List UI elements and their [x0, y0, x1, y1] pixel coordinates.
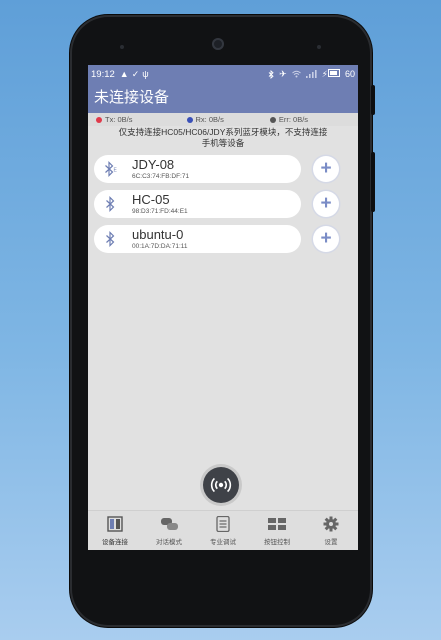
device-connect-icon — [107, 516, 123, 532]
device-item[interactable]: E JDY-08 6C:C3:74:FB:DF:71 — [94, 155, 301, 183]
bluetooth-icon — [106, 196, 115, 212]
add-device-button[interactable]: + — [313, 191, 339, 217]
debug-icon — [216, 516, 230, 532]
device-item[interactable]: ubuntu-0 00:1A:7D:DA:71:11 — [94, 225, 301, 253]
tx-stat: Tx: 0B/s — [96, 115, 133, 124]
bottom-navigation: 设备连接 对话模式 专业调试 按钮控制 设置 — [88, 510, 358, 550]
scan-signal-icon — [210, 477, 232, 493]
nav-button-control[interactable]: 按钮控制 — [250, 511, 304, 550]
front-camera — [212, 38, 224, 50]
nav-settings[interactable]: 设置 — [304, 511, 358, 550]
signal-icon — [305, 70, 317, 78]
check-icon: ✓ — [131, 68, 143, 79]
traffic-stats: Tx: 0B/s Rx: 0B/s Err: 0B/s — [88, 113, 358, 126]
device-item[interactable]: HC-05 98:D3:71:FD:44:E1 — [94, 190, 301, 218]
wifi-icon — [291, 70, 301, 78]
status-bar: 19:12 ▲✓ψ ✈ ⚡ 60 — [88, 65, 358, 83]
app-bar: 未连接设备 — [88, 83, 358, 113]
nav-pro-debug[interactable]: 专业调试 — [196, 511, 250, 550]
status-right-icons: ✈ ⚡ 60 — [268, 68, 355, 80]
airplane-off-icon: ✈ — [279, 68, 287, 79]
add-device-button[interactable]: + — [313, 226, 339, 252]
device-name: ubuntu-0 — [132, 227, 184, 242]
device-name: HC-05 — [132, 192, 170, 207]
rx-label: Rx: 0B/s — [195, 115, 224, 124]
scan-button[interactable] — [203, 467, 239, 503]
nav-label: 对话模式 — [156, 539, 182, 546]
tx-dot — [96, 116, 102, 123]
power-button — [371, 85, 375, 115]
status-time: 19:12 — [91, 68, 115, 80]
err-dot — [269, 116, 276, 123]
device-name: JDY-08 — [132, 157, 175, 172]
bluetooth-le-icon: E — [105, 161, 118, 177]
plus-icon: + — [320, 228, 332, 249]
nav-chat-mode[interactable]: 对话模式 — [142, 511, 196, 550]
chat-icon — [161, 518, 178, 530]
notice-line-1: 仅支持连接HC05/HC06/JDY系列蓝牙模块，不支持连接 — [118, 127, 328, 137]
rx-stat: Rx: 0B/s — [186, 115, 224, 124]
err-label: Err: 0B/s — [278, 115, 309, 124]
usb-icon: ψ — [142, 68, 152, 79]
nav-device-connect[interactable]: 设备连接 — [88, 511, 142, 550]
volume-button — [371, 152, 375, 212]
device-mac: 00:1A:7D:DA:71:11 — [132, 243, 188, 250]
tx-label: Tx: 0B/s — [105, 115, 133, 124]
page-title: 未连接设备 — [94, 89, 170, 106]
battery-level: 60 — [344, 69, 355, 79]
plus-icon: + — [320, 158, 332, 179]
err-stat: Err: 0B/s — [269, 115, 309, 124]
compatibility-notice: 仅支持连接HC05/HC06/JDY系列蓝牙模块，不支持连接 手机等设备 — [98, 127, 348, 149]
rx-dot — [186, 116, 193, 123]
bluetooth-icon — [268, 69, 274, 79]
add-device-button[interactable]: + — [313, 156, 339, 182]
svg-text:E: E — [114, 168, 118, 174]
screenshot-icon: ▲ — [119, 68, 132, 79]
battery-charging-icon: ⚡ — [322, 68, 340, 80]
gear-icon — [323, 516, 339, 532]
nav-label: 按钮控制 — [264, 539, 290, 546]
device-mac: 6C:C3:74:FB:DF:71 — [132, 173, 190, 180]
nav-label: 设置 — [324, 539, 338, 546]
nav-label: 设备连接 — [102, 539, 128, 546]
notice-line-2: 手机等设备 — [201, 138, 245, 148]
status-left-icons: ▲✓ψ — [120, 69, 152, 80]
speaker-dot-right — [317, 45, 321, 49]
app-screen: 19:12 ▲✓ψ ✈ ⚡ 60 未连接设备 Tx: 0B/s Rx: 0B/s… — [88, 65, 358, 550]
bluetooth-icon — [106, 231, 115, 247]
plus-icon: + — [320, 193, 332, 214]
button-grid-icon — [268, 518, 286, 530]
speaker-dot-left — [120, 45, 124, 49]
nav-label: 专业调试 — [210, 539, 236, 546]
device-mac: 98:D3:71:FD:44:E1 — [132, 208, 188, 215]
